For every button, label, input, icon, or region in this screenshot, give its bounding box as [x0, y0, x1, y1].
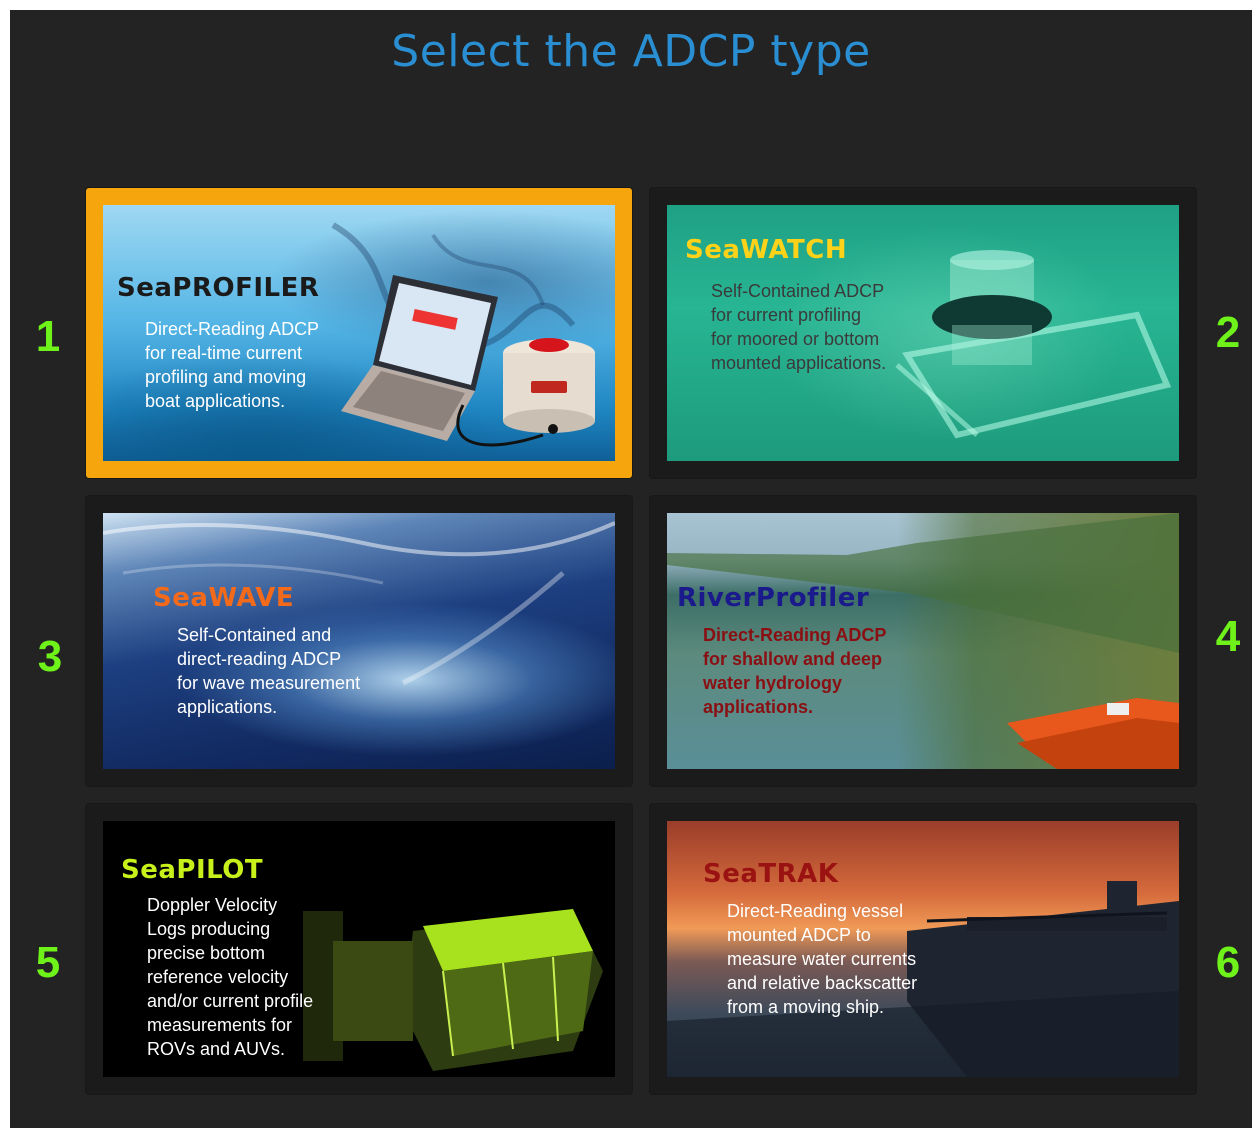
card-riverprofiler[interactable]: RiverProfiler Direct-Reading ADCP for sh…	[650, 496, 1196, 786]
product-description: Self-Contained ADCP for current profilin…	[711, 281, 887, 373]
product-name: SeaPILOT	[121, 855, 264, 885]
page-title: Select the ADCP type	[391, 26, 871, 77]
option-number-5: 5	[35, 938, 61, 987]
product-description: Doppler Velocity Logs producing precise …	[147, 895, 314, 1059]
seawave-image: SeaWAVE Self-Contained and direct-readin…	[103, 513, 615, 769]
card-seatrak[interactable]: SeaTRAK Direct-Reading vessel mounted AD…	[650, 804, 1196, 1094]
product-description: Direct-Reading vessel mounted ADCP to me…	[727, 901, 918, 1017]
card-seaprofiler[interactable]: SeaPROFILER Direct-Reading ADCP for real…	[86, 188, 632, 478]
card-seapilot[interactable]: SeaPILOT Doppler Velocity Logs producing…	[86, 804, 632, 1094]
option-number-3: 3	[37, 632, 63, 681]
product-name: SeaWAVE	[153, 583, 295, 613]
adcp-type-selector: Select the ADCP type 1 2 3 4 5 6 SeaPROF…	[10, 10, 1252, 1128]
card-seawatch[interactable]: SeaWATCH Self-Contained ADCP for current…	[650, 188, 1196, 478]
option-number-2: 2	[1215, 308, 1241, 357]
product-name: SeaPROFILER	[117, 273, 320, 303]
riverprofiler-image: RiverProfiler Direct-Reading ADCP for sh…	[667, 513, 1179, 769]
product-description: Direct-Reading ADCP for real-time curren…	[145, 319, 320, 411]
seatrak-image: SeaTRAK Direct-Reading vessel mounted AD…	[667, 821, 1179, 1077]
option-number-4: 4	[1215, 612, 1241, 661]
seapilot-image: SeaPILOT Doppler Velocity Logs producing…	[103, 821, 615, 1077]
card-seawave[interactable]: SeaWAVE Self-Contained and direct-readin…	[86, 496, 632, 786]
product-description: Self-Contained and direct-reading ADCP f…	[177, 625, 361, 717]
seawatch-image: SeaWATCH Self-Contained ADCP for current…	[667, 205, 1179, 461]
product-description: Direct-Reading ADCP for shallow and deep…	[703, 625, 887, 717]
seaprofiler-image: SeaPROFILER Direct-Reading ADCP for real…	[103, 205, 615, 461]
product-name: SeaWATCH	[685, 235, 848, 265]
product-name: RiverProfiler	[677, 583, 870, 613]
option-number-6: 6	[1215, 938, 1241, 987]
option-number-1: 1	[35, 312, 61, 361]
product-name: SeaTRAK	[703, 859, 839, 889]
